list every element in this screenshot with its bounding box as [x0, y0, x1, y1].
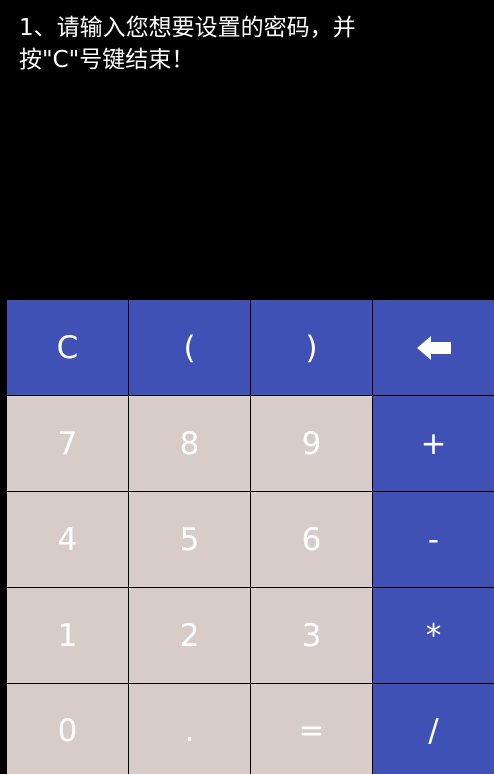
equals-button[interactable]: = [251, 684, 372, 774]
digit-4-button[interactable]: 4 [7, 492, 128, 587]
calculator-screen: 1、请输入您想要设置的密码，并 按"C"号键结束！ C ( ) 7 8 9 + … [0, 0, 494, 774]
digit-8-button[interactable]: 8 [129, 396, 250, 491]
instruction-text: 1、请输入您想要设置的密码，并 按"C"号键结束！ [19, 15, 356, 73]
clear-button[interactable]: C [7, 300, 128, 395]
close-paren-button[interactable]: ) [251, 300, 372, 395]
backspace-arrow-icon [416, 335, 451, 360]
digit-6-button[interactable]: 6 [251, 492, 372, 587]
multiply-button[interactable]: * [373, 588, 494, 683]
digit-0-button[interactable]: 0 [7, 684, 128, 774]
digit-7-button[interactable]: 7 [7, 396, 128, 491]
digit-9-button[interactable]: 9 [251, 396, 372, 491]
backspace-button[interactable] [373, 300, 494, 395]
divide-button[interactable]: / [373, 684, 494, 774]
plus-button[interactable]: + [373, 396, 494, 491]
digit-2-button[interactable]: 2 [129, 588, 250, 683]
digit-3-button[interactable]: 3 [251, 588, 372, 683]
digit-5-button[interactable]: 5 [129, 492, 250, 587]
decimal-point-button[interactable]: . [129, 684, 250, 774]
keypad: C ( ) 7 8 9 + 4 5 6 - 1 2 3 * 0 . = / [7, 300, 494, 774]
open-paren-button[interactable]: ( [129, 300, 250, 395]
minus-button[interactable]: - [373, 492, 494, 587]
digit-1-button[interactable]: 1 [7, 588, 128, 683]
